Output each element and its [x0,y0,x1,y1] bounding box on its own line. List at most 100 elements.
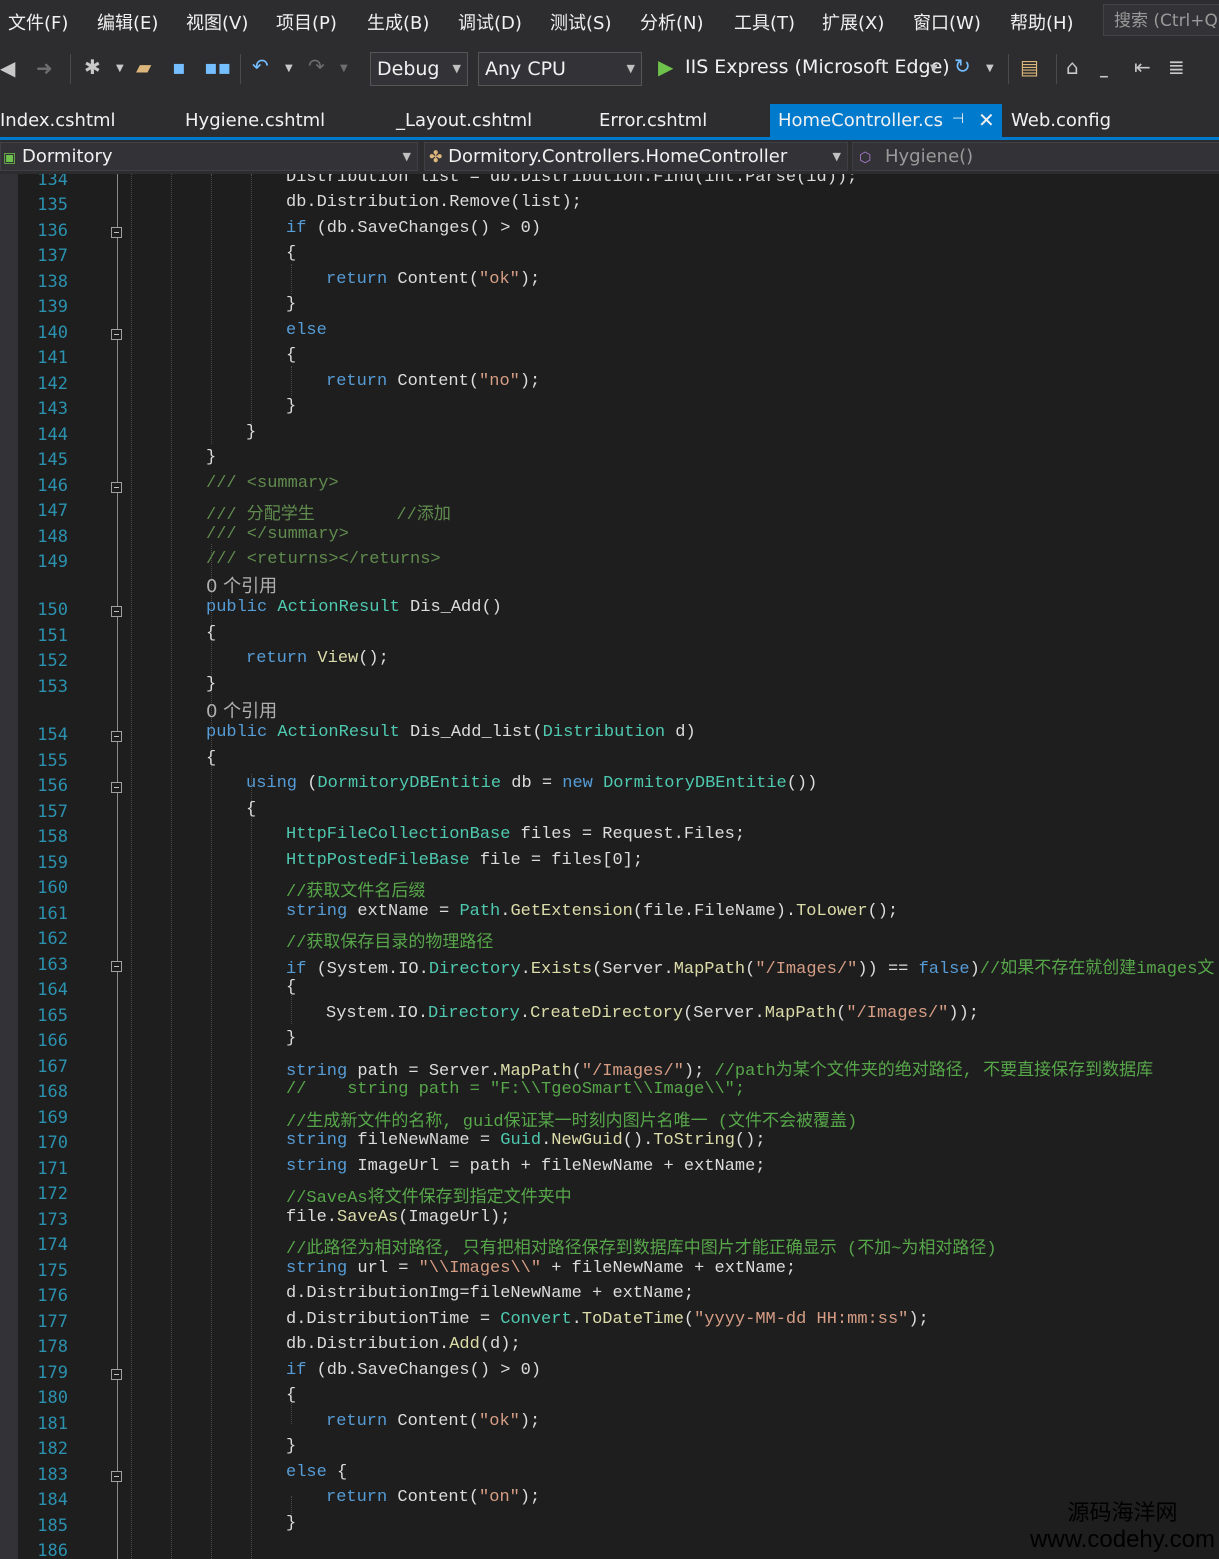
browser-link-icon[interactable]: ▤ [1020,56,1039,78]
forward-icon[interactable]: ➜ [36,57,53,79]
code-line[interactable]: else [286,321,327,340]
code-line[interactable]: } [246,423,256,442]
code-line[interactable]: { [286,346,296,365]
code-line[interactable]: return Content("ok"); [326,270,540,289]
code-line[interactable]: { [246,800,256,819]
collapse-icon[interactable] [111,961,122,972]
tab-homecontroller-cs[interactable]: HomeController.cs [778,110,943,131]
tab-hygiene-cshtml[interactable]: Hygiene.cshtml [185,110,325,131]
code-line[interactable]: HttpPostedFileBase file = files[0]; [286,851,643,870]
code-line[interactable]: d.DistributionTime = Convert.ToDateTime(… [286,1310,929,1329]
menu-item[interactable]: 帮助(H) [1010,9,1074,35]
layout-dropdown-icon[interactable]: ▁ [1100,62,1108,84]
code-line[interactable]: if (db.SaveChanges() > 0) [286,219,541,238]
menu-item[interactable]: 调试(D) [458,9,522,35]
outdent-icon[interactable]: ≣ [1168,56,1185,78]
code-line[interactable]: } [286,1514,296,1533]
code-line[interactable]: /// <returns></returns> [206,550,441,569]
code-line[interactable]: //获取文件名后缀 [286,876,425,902]
code-line[interactable]: string extName = Path.GetExtension(file.… [286,902,898,921]
solution-config-select[interactable]: Debug ▼ [370,52,468,86]
menu-item[interactable]: 视图(V) [186,9,248,35]
back-icon[interactable]: ◀ [0,57,15,79]
menu-item[interactable]: 工具(T) [734,9,795,35]
code-line[interactable]: public ActionResult Dis_Add() [206,598,502,617]
code-line[interactable]: HttpFileCollectionBase files = Request.F… [286,825,745,844]
code-line[interactable]: db.Distribution.Add(d); [286,1335,521,1354]
code-line[interactable]: } [206,448,216,467]
collapse-icon[interactable] [111,329,122,340]
reference-count-lens[interactable]: 0 个引用 [206,572,277,598]
window-layout-icon[interactable]: ⌂ [1066,56,1079,78]
tab-error-cshtml[interactable]: Error.cshtml [599,110,707,131]
code-line[interactable]: { [286,244,296,263]
class-dropdown[interactable]: ✤ Dormitory.Controllers.HomeController ▼ [424,142,848,171]
code-line[interactable]: } [286,295,296,314]
menu-item[interactable]: 扩展(X) [822,9,884,35]
project-dropdown[interactable]: ▣ Dormitory ▼ [0,142,418,171]
new-dropdown-icon[interactable]: ▼ [116,58,124,80]
code-line[interactable]: /// <summary> [206,474,339,493]
code-line[interactable]: if (db.SaveChanges() > 0) [286,1361,541,1380]
menu-item[interactable]: 分析(N) [640,9,704,35]
reference-count-lens[interactable]: 0 个引用 [206,697,277,723]
tab-index-cshtml[interactable]: Index.cshtml [0,110,116,131]
close-icon[interactable]: ✕ [978,108,995,132]
code-line[interactable]: //SaveAs将文件保存到指定文件夹中 [286,1182,572,1208]
code-line[interactable]: } [286,1029,296,1048]
save-all-icon[interactable]: ▪▪ [204,56,231,78]
code-line[interactable]: d.DistributionImg=fileNewName + extName; [286,1284,694,1303]
code-line[interactable]: string path = Server.MapPath("/Images/")… [286,1055,1153,1081]
run-dropdown-icon[interactable]: ▼ [930,58,938,80]
code-line[interactable]: return Content("ok"); [326,1412,540,1431]
tab-web-config[interactable]: Web.config [1011,110,1111,131]
code-line[interactable]: string ImageUrl = path + fileNewName + e… [286,1157,766,1176]
code-editor[interactable]: 134 135 136 137 138 139 140 141 142 143 144 145 146 1… [0,174,1219,1559]
collapse-icon[interactable] [111,227,122,238]
code-line[interactable]: System.IO.Directory.CreateDirectory(Serv… [326,1004,979,1023]
redo-icon[interactable]: ↷ [308,55,325,77]
code-line[interactable]: db.Distribution.Remove(list); [286,193,582,212]
menu-item[interactable]: 编辑(E) [97,9,158,35]
collapse-icon[interactable] [111,1369,122,1380]
undo-dropdown-icon[interactable]: ▼ [285,58,293,80]
code-line[interactable]: file.SaveAs(ImageUrl); [286,1208,510,1227]
run-icon[interactable]: ▶ [658,56,673,78]
code-line[interactable]: using (DormitoryDBEntitie db = new Dormi… [246,774,817,793]
code-line[interactable]: return View(); [246,649,389,668]
menu-item[interactable]: 项目(P) [276,9,337,35]
new-project-icon[interactable]: ✱ [84,56,101,78]
redo-dropdown-icon[interactable]: ▼ [340,58,348,80]
search-input[interactable]: 搜索 (Ctrl+Q [1103,4,1219,36]
code-line[interactable]: string url = "\\Images\\" + fileNewName … [286,1259,796,1278]
code-line[interactable]: // string path = "F:\\TgeoSmart\\Image\\… [286,1080,745,1099]
collapse-icon[interactable] [111,606,122,617]
code-line[interactable]: { [286,978,296,997]
platform-select[interactable]: Any CPU ▼ [478,52,642,86]
code-line[interactable]: } [286,1437,296,1456]
menu-item[interactable]: 窗口(W) [913,9,981,35]
menu-item[interactable]: 测试(S) [550,9,611,35]
pin-icon[interactable]: ⊣ [952,111,964,127]
code-line[interactable]: { [206,624,216,643]
code-line[interactable]: if (System.IO.Directory.Exists(Server.Ma… [286,953,1214,979]
code-line[interactable]: else { [286,1463,347,1482]
tab-layout-cshtml[interactable]: _Layout.cshtml [396,110,532,131]
collapse-icon[interactable] [111,482,122,493]
run-target-button[interactable]: IIS Express (Microsoft Edge) [685,56,950,78]
code-line[interactable]: return Content("on"); [326,1488,540,1507]
collapse-icon[interactable] [111,782,122,793]
refresh-dropdown-icon[interactable]: ▼ [986,58,994,80]
code-line[interactable]: //获取保存目录的物理路径 [286,927,493,953]
refresh-icon[interactable]: ↻ [954,55,971,77]
code-line[interactable]: { [206,749,216,768]
code-line[interactable]: /// 分配学生 //添加 [206,499,451,525]
collapse-icon[interactable] [111,1471,122,1482]
code-line[interactable]: string fileNewName = Guid.NewGuid().ToSt… [286,1131,766,1150]
code-line[interactable]: //此路径为相对路径, 只有把相对路径保存到数据库中图片才能正确显示 (不加~为… [286,1233,997,1259]
code-line[interactable]: return Content("no"); [326,372,540,391]
indent-icon[interactable]: ⇤ [1134,56,1151,78]
code-line[interactable]: Distribution list = db.Distribution.Find… [286,174,857,187]
code-line[interactable]: //生成新文件的名称, guid保证某一时刻内图片名唯一 (文件不会被覆盖) [286,1106,857,1132]
menu-item[interactable]: 生成(B) [367,9,429,35]
